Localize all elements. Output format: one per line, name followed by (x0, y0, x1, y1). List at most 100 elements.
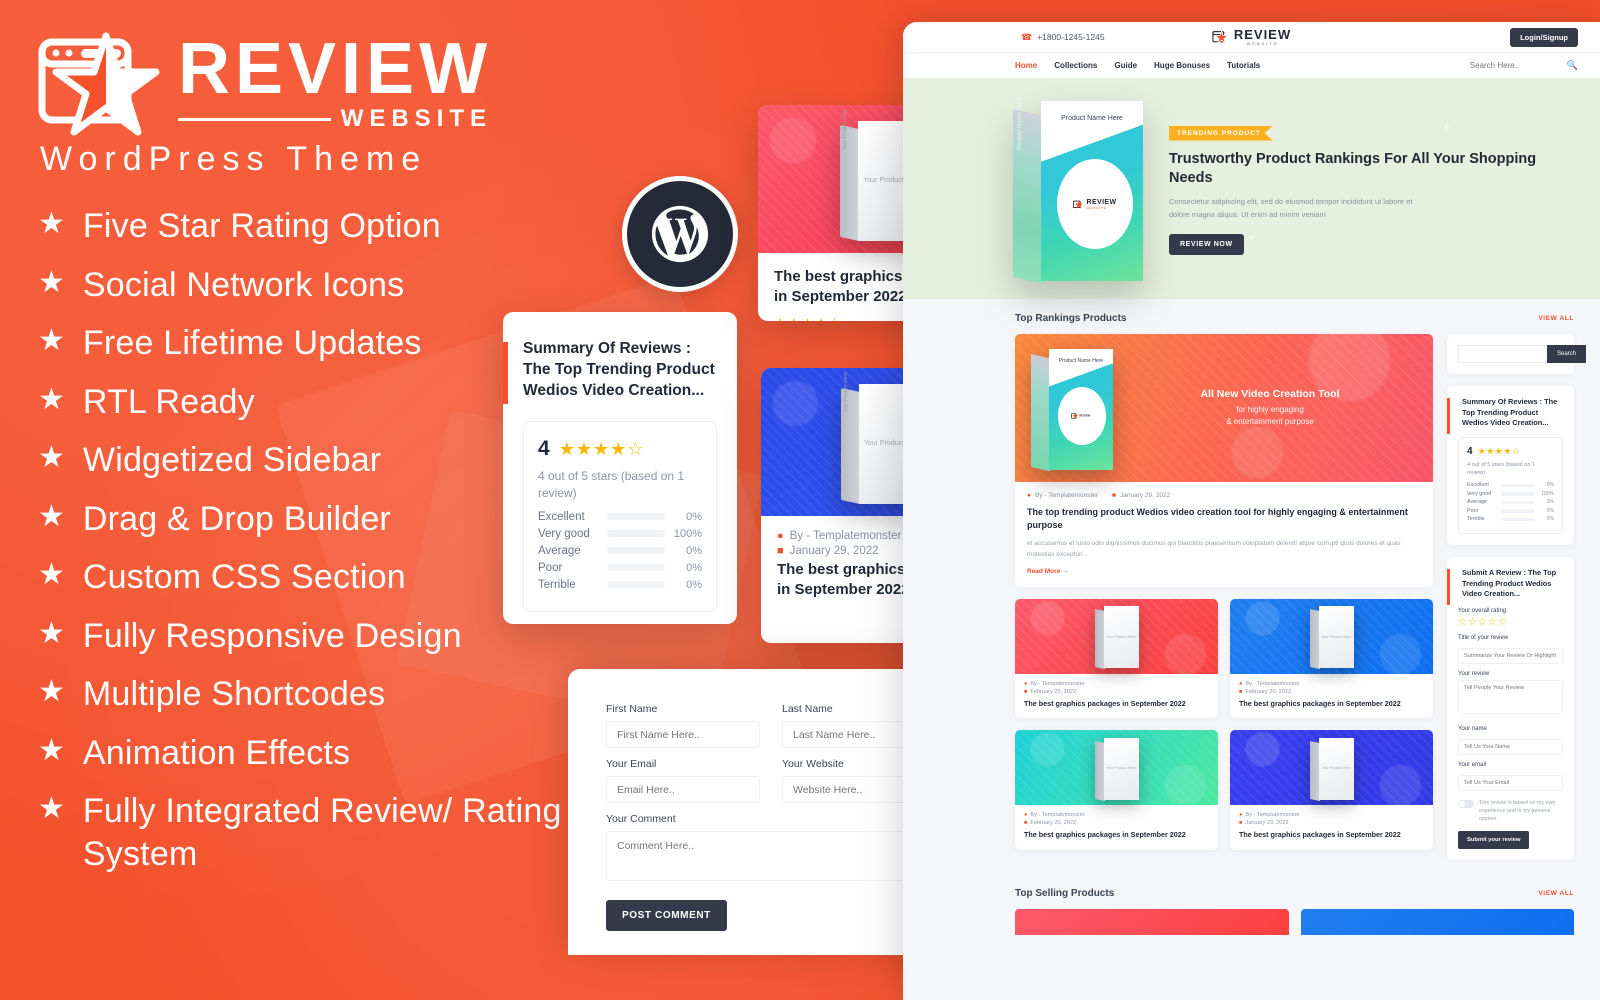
widget-rating-subtitle: 4 out of 5 stars (based on 1 review) (1467, 462, 1536, 477)
read-more-link[interactable]: Read More → (1027, 568, 1421, 575)
author-label: By - Templatemonster (789, 530, 902, 542)
featured-box-name: Product Name Here (1058, 358, 1104, 364)
first-name-input[interactable] (606, 721, 760, 748)
grid-card[interactable]: Your Product Here ● By - Templatemonster … (1230, 730, 1433, 850)
review-body-textarea[interactable] (1458, 680, 1563, 715)
rating-bar-row: Poor 0% (538, 562, 702, 574)
product-box-mockup: Your Product Here (1309, 737, 1354, 801)
featured-banner: Product Name Here REVIEW All New Video C… (1015, 334, 1433, 482)
nav-search: 🔍 (1469, 60, 1578, 71)
nav-item-huge-bonuses[interactable]: Huge Bonuses (1154, 61, 1210, 70)
banner-line-2: & entertainment purpose (1226, 417, 1314, 426)
grid-card-title: The best graphics packages in September … (1239, 698, 1401, 708)
rating-box: 4 ★★★★☆ 4 out of 5 stars (based on 1 rev… (523, 421, 717, 612)
star-icon: ★ (38, 733, 65, 767)
wordpress-icon (646, 200, 714, 268)
selling-section-header: Top Selling Products VIEW ALL (903, 872, 1600, 899)
bar-label: Excellent (1467, 482, 1489, 489)
sidebar-search-input[interactable] (1458, 345, 1547, 363)
consent-toggle[interactable] (1458, 800, 1474, 809)
bar-label: Terrible (1467, 516, 1485, 523)
login-signup-button[interactable]: Login/Signup (1510, 27, 1578, 47)
view-all-link[interactable]: VIEW ALL (1538, 315, 1574, 322)
user-icon: ● (1027, 492, 1031, 499)
rating-score: 4 (538, 437, 550, 461)
banner-line-1: for highly engaging (1236, 405, 1304, 414)
star-icon: ★ (38, 382, 65, 416)
widget-title: Summary Of Reviews : The Top Trending Pr… (1462, 397, 1558, 428)
feature-item: ★ Social Network Icons (38, 264, 658, 307)
hero-box-logo: REVIEW WEBSITE (1073, 199, 1116, 210)
box-face-text: Your Product Here (1321, 634, 1351, 639)
search-widget: Search (1447, 334, 1587, 374)
bar-track (607, 581, 665, 589)
bar-pct: 0% (1546, 482, 1554, 489)
bar-pct: 0% (686, 561, 702, 574)
bar-label: Average (1467, 499, 1487, 506)
selling-card-red[interactable] (1015, 909, 1289, 936)
summary-title: Summary Of Reviews : The Top Trending Pr… (523, 340, 715, 400)
bar-track (607, 530, 665, 538)
website-mockup: ☎ +1800-1245-1245 REVIEW WEBSITE Login/S… (903, 22, 1600, 1000)
search-input[interactable] (1469, 61, 1560, 70)
grid-card[interactable]: Your Product Here ● By - Templatemonster … (1230, 598, 1433, 719)
search-icon[interactable]: 🔍 (1567, 60, 1578, 71)
email-input[interactable] (606, 776, 760, 803)
bar-label: Poor (1467, 507, 1479, 514)
nav-item-tutorials[interactable]: Tutorials (1227, 61, 1260, 70)
content-columns: Product Name Here REVIEW All New Video C… (903, 334, 1600, 872)
email-label: Your Email (606, 758, 657, 770)
featured-title: The top trending product Wedios video cr… (1027, 507, 1408, 531)
mockup-logo[interactable]: REVIEW WEBSITE (1212, 28, 1291, 46)
comment-textarea[interactable] (606, 831, 936, 881)
review-body-label: Your review (1458, 671, 1490, 678)
user-icon: ● (1024, 812, 1028, 819)
phone-label: +1800-1245-1245 (1037, 32, 1105, 42)
feature-item: ★ Fully Integrated Review/ Rating System (38, 790, 658, 875)
post-comment-button[interactable]: POST COMMENT (606, 900, 727, 931)
reviewer-email-label: Your email (1458, 762, 1487, 769)
feature-label: Fully Responsive Design (82, 616, 462, 655)
accent-bar (503, 342, 508, 404)
bar-track (1501, 509, 1535, 513)
feature-label: Drag & Drop Builder (82, 499, 391, 538)
submit-review-button[interactable]: Submit your review (1458, 831, 1530, 850)
grid-card[interactable]: Your Product Here ● By - Templatemonster … (1015, 730, 1218, 850)
featured-product-box: Product Name Here REVIEW (1031, 349, 1113, 472)
feature-label: Widgetized Sidebar (82, 441, 382, 479)
calendar-icon: ■ (1112, 492, 1116, 499)
review-title-input[interactable] (1458, 648, 1563, 665)
bar-track (607, 513, 665, 521)
rating-stars-input[interactable]: ☆☆☆☆☆ (1458, 617, 1563, 628)
rating-subtitle: 4 out of 5 stars (based on 1 review) (538, 469, 685, 501)
phone-number[interactable]: ☎ +1800-1245-1245 (1021, 32, 1105, 43)
consent-text: This review is based on my own experienc… (1479, 800, 1556, 823)
feature-label: RTL Ready (82, 382, 255, 421)
grid-card[interactable]: Your Product Here ● By - Templatemonster … (1015, 598, 1218, 719)
selling-card-blue[interactable] (1300, 909, 1574, 936)
star-icon: ★ (38, 558, 65, 591)
grid-card-author: ● By - Templatemonster (1239, 680, 1300, 687)
box-logo-text: REVIEW (1086, 198, 1117, 206)
review-now-button[interactable]: REVIEW NOW (1169, 234, 1244, 256)
trending-badge: TRENDING PRODUCT (1169, 125, 1273, 141)
product-box-mockup: Your Product Here (1094, 606, 1139, 670)
bar-track (607, 547, 665, 555)
bar-pct: 100% (673, 527, 702, 540)
view-all-link[interactable]: VIEW ALL (1538, 890, 1574, 897)
wordpress-badge (622, 176, 738, 292)
bar-label: Very good (538, 527, 590, 540)
feature-item: ★ Animation Effects (38, 732, 658, 775)
hero-product-box: Product Name Here Product Name Here REVI… (1013, 97, 1143, 284)
box-logo-subtext: WEBSITE (1086, 205, 1107, 210)
featured-author: ● By - Templatemonster (1027, 492, 1099, 499)
sidebar-search-button[interactable]: Search (1547, 345, 1587, 363)
reviewer-name-input[interactable] (1458, 739, 1563, 756)
rating-bar-row: Excellent 0% (538, 511, 702, 523)
summary-widget: Summary Of Reviews : The Top Trending Pr… (1447, 386, 1574, 545)
featured-product-card[interactable]: Product Name Here REVIEW All New Video C… (1015, 334, 1433, 587)
reviewer-email-input[interactable] (1458, 775, 1563, 792)
hero-box-name: Product Name Here (1061, 115, 1123, 122)
nav-item-collections[interactable]: Collections (1054, 61, 1097, 70)
nav-item-guide[interactable]: Guide (1114, 61, 1137, 70)
